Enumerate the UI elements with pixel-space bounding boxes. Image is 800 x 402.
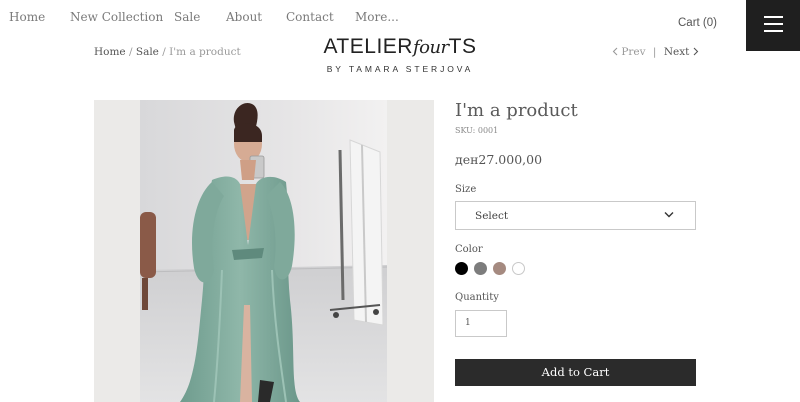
logo-wordmark: ATELIERfourTS xyxy=(323,35,477,58)
nav-item-contact[interactable]: Contact xyxy=(286,10,334,24)
prev-label: Prev xyxy=(621,46,646,58)
product-photo xyxy=(140,100,387,402)
color-swatch-black[interactable] xyxy=(455,262,468,275)
quantity-value: 1 xyxy=(465,318,471,328)
chevron-down-icon xyxy=(664,212,674,218)
next-label: Next xyxy=(663,46,690,58)
breadcrumb-separator: / xyxy=(158,46,170,58)
breadcrumb-current: I'm a product xyxy=(169,46,241,58)
pager-divider: | xyxy=(652,46,657,58)
breadcrumb-sale[interactable]: Sale xyxy=(136,46,159,58)
quantity-label: Quantity xyxy=(455,292,499,303)
brand-logo[interactable]: ATELIERfourTS BY TAMARA STERJOVA xyxy=(300,35,500,74)
color-swatch-white[interactable] xyxy=(512,262,525,275)
prev-link[interactable]: Prev xyxy=(612,46,646,58)
product-price: ден27.000,00 xyxy=(455,152,543,167)
color-swatch-taupe[interactable] xyxy=(493,262,506,275)
cart-link[interactable]: Cart (0) xyxy=(678,17,717,29)
chevron-left-icon xyxy=(612,47,618,56)
size-label: Size xyxy=(455,184,477,195)
breadcrumb-home[interactable]: Home xyxy=(94,46,126,58)
breadcrumb: Home / Sale / I'm a product xyxy=(94,46,241,58)
color-label: Color xyxy=(455,244,483,255)
add-to-cart-button[interactable]: Add to Cart xyxy=(455,359,696,386)
nav-item-home[interactable]: Home xyxy=(9,10,45,24)
nav-item-about[interactable]: About xyxy=(226,10,262,24)
product-pager: Prev | Next xyxy=(612,46,699,58)
product-title: I'm a product xyxy=(455,100,578,121)
color-swatch-gray[interactable] xyxy=(474,262,487,275)
breadcrumb-separator: / xyxy=(125,46,136,58)
product-image[interactable] xyxy=(94,100,434,402)
menu-button[interactable] xyxy=(746,0,800,51)
next-link[interactable]: Next xyxy=(664,46,699,58)
nav-item-more[interactable]: More... xyxy=(355,10,399,24)
logo-tagline: BY TAMARA STERJOVA xyxy=(326,64,474,74)
chevron-right-icon xyxy=(693,47,698,56)
nav-item-new-collection[interactable]: New Collection xyxy=(70,10,163,24)
product-sku: SKU: 0001 xyxy=(455,126,499,135)
nav-item-sale[interactable]: Sale xyxy=(174,10,200,24)
size-select[interactable]: Select xyxy=(455,201,696,230)
quantity-input[interactable]: 1 xyxy=(455,310,507,337)
size-select-value: Select xyxy=(475,210,509,222)
